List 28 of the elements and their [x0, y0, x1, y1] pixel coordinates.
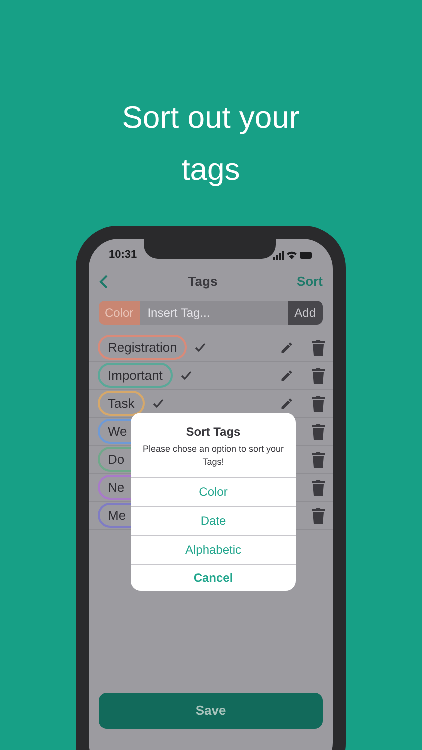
pencil-icon[interactable]: [280, 368, 294, 382]
sort-option[interactable]: Date: [131, 506, 296, 535]
pencil-icon[interactable]: [280, 340, 294, 354]
nav-title: Tags: [188, 273, 218, 292]
sort-option[interactable]: Color: [131, 477, 296, 506]
status-icons: [273, 250, 313, 260]
trash-icon[interactable]: [312, 340, 325, 356]
sort-option[interactable]: Alphabetic: [131, 535, 296, 564]
cancel-button[interactable]: Cancel: [131, 564, 296, 591]
trash-icon[interactable]: [312, 424, 325, 440]
headline: tags: [182, 151, 240, 189]
trash-icon[interactable]: [312, 368, 325, 384]
add-button[interactable]: Add: [288, 301, 323, 325]
dialog-title: Sort Tags: [186, 424, 241, 441]
headline: Sort out your: [122, 99, 300, 137]
pencil-icon[interactable]: [280, 396, 294, 410]
save-button[interactable]: Save: [99, 693, 323, 729]
trash-icon[interactable]: [312, 480, 325, 496]
trash-icon[interactable]: [312, 508, 325, 524]
check-icon: [195, 343, 206, 352]
check-icon: [152, 399, 164, 408]
trash-icon[interactable]: [312, 396, 325, 412]
tag-pill[interactable]: Registration: [98, 334, 188, 360]
check-icon: [180, 371, 192, 380]
trash-icon[interactable]: [312, 452, 325, 468]
tag-input[interactable]: Insert Tag...: [140, 301, 288, 325]
tag-pill[interactable]: Important: [98, 362, 173, 388]
status-time: 10:31: [109, 248, 138, 263]
